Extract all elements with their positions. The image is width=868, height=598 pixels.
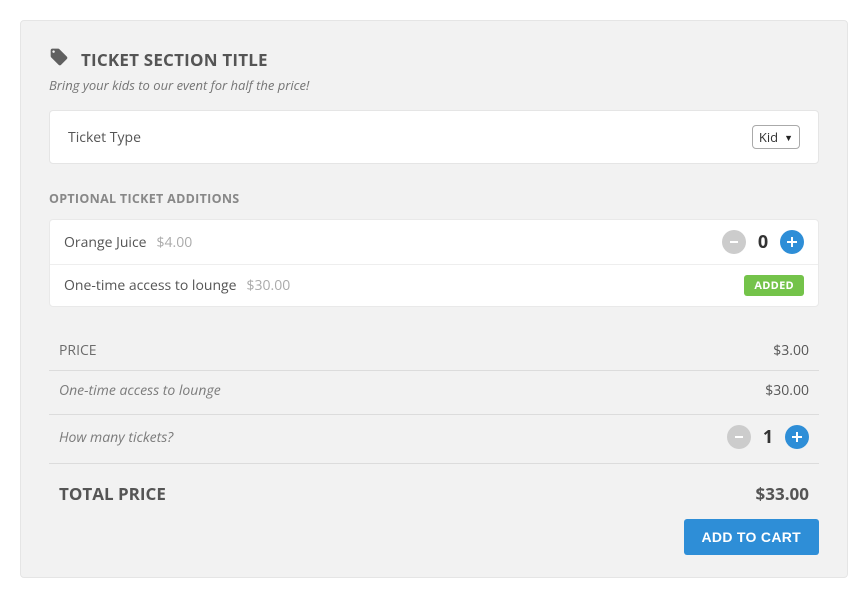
addition-name: Orange Juice [64, 233, 147, 252]
addition-price: $30.00 [247, 276, 291, 295]
price-row: PRICE $3.00 [49, 333, 819, 371]
ticket-type-select[interactable]: Kid ▼ [752, 125, 800, 149]
ticket-type-selected: Kid [759, 128, 778, 146]
quantity-label: How many tickets? [59, 428, 173, 447]
chevron-down-icon: ▼ [784, 131, 793, 144]
section-title: TICKET SECTION TITLE [81, 48, 268, 71]
line-item-value: $30.00 [765, 381, 809, 400]
cart-row: ADD TO CART [49, 519, 819, 555]
additions-heading: OPTIONAL TICKET ADDITIONS [49, 190, 819, 207]
ticket-type-label: Ticket Type [68, 128, 141, 147]
price-line-item: One-time access to lounge $30.00 [49, 371, 819, 410]
decrement-button[interactable] [727, 425, 751, 449]
added-badge: ADDED [744, 275, 804, 296]
tag-icon [49, 47, 69, 72]
decrement-button[interactable] [722, 230, 746, 254]
addition-left: One-time access to lounge $30.00 [64, 276, 290, 295]
section-subtitle: Bring your kids to our event for half th… [49, 76, 819, 94]
increment-button[interactable] [780, 230, 804, 254]
ticket-card: TICKET SECTION TITLE Bring your kids to … [20, 20, 848, 578]
header-row: TICKET SECTION TITLE [49, 47, 819, 72]
quantity-value: 1 [761, 425, 775, 449]
total-value: $33.00 [756, 482, 809, 505]
price-value: $3.00 [773, 341, 809, 360]
addition-name: One-time access to lounge [64, 276, 237, 295]
line-item-label: One-time access to lounge [59, 381, 221, 400]
addition-stepper: 0 [722, 230, 804, 254]
addition-row: Orange Juice $4.00 0 [50, 220, 818, 264]
addition-row: One-time access to lounge $30.00 ADDED [50, 264, 818, 306]
additions-box: Orange Juice $4.00 0 One-time access to … [49, 219, 819, 307]
addition-left: Orange Juice $4.00 [64, 233, 192, 252]
quantity-stepper: 1 [727, 425, 809, 449]
ticket-type-box: Ticket Type Kid ▼ [49, 110, 819, 164]
price-label: PRICE [59, 341, 97, 360]
add-to-cart-button[interactable]: ADD TO CART [684, 519, 819, 555]
total-label: TOTAL PRICE [59, 482, 166, 505]
total-row: TOTAL PRICE $33.00 [49, 464, 819, 519]
increment-button[interactable] [785, 425, 809, 449]
addition-price: $4.00 [157, 233, 193, 252]
addition-qty: 0 [756, 230, 770, 254]
quantity-row: How many tickets? 1 [49, 414, 819, 464]
